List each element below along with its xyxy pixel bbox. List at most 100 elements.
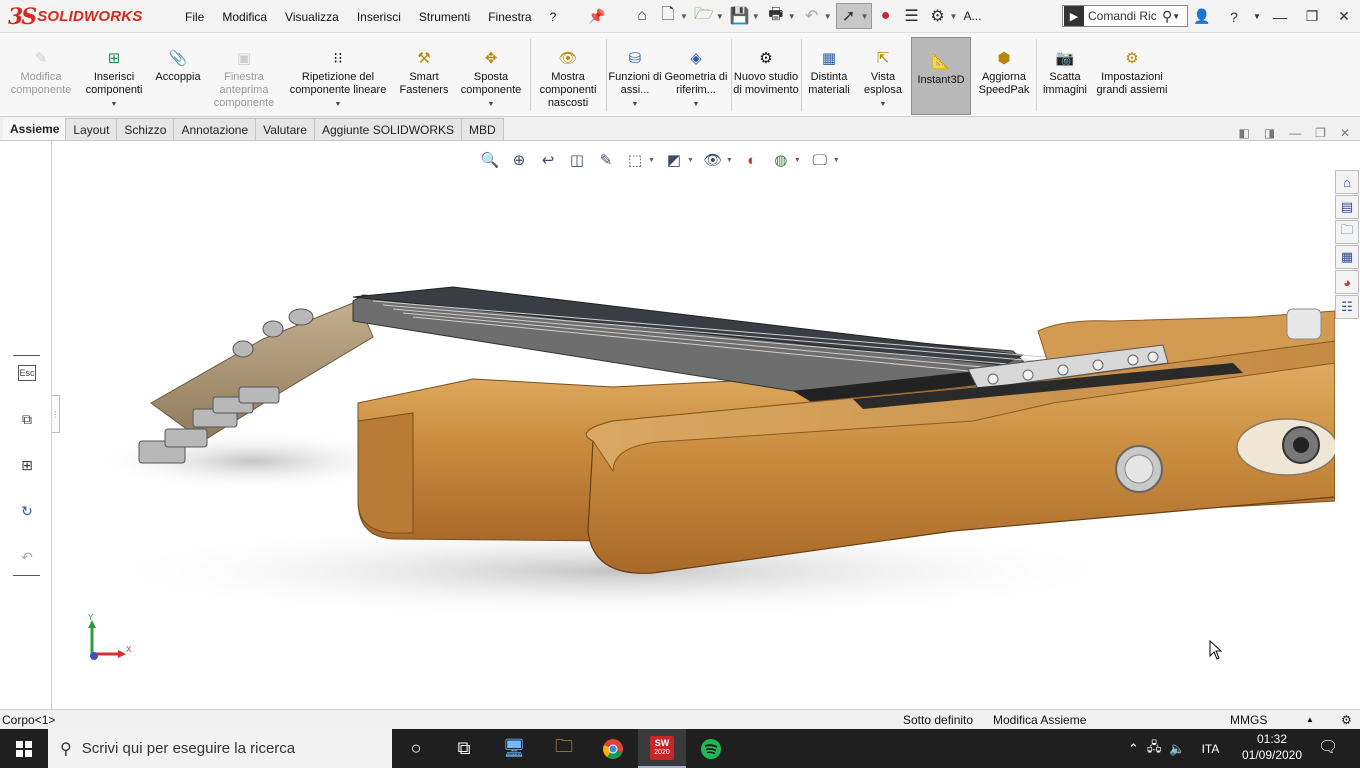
chevron-down-icon[interactable]: ▼ [726,157,733,164]
menu-inserisci[interactable]: Inserisci [348,10,410,24]
menu-finestra[interactable]: Finestra [479,10,540,24]
close-icon[interactable]: ✕ [1340,126,1350,140]
select-button[interactable]: ➚ ▼ [835,3,872,29]
modifica-componente-button[interactable]: ✎ Modifica componente [4,35,78,115]
taskbar-search-box[interactable]: ⚲ Scrivi qui per eseguire la ricerca [48,729,392,768]
section-view-icon[interactable]: ◫ [567,150,587,170]
view-settings-icon[interactable]: 🖵 [810,150,830,170]
tab-layout[interactable]: Layout [65,118,118,140]
rotate-lock-icon[interactable]: ↻ [15,499,39,523]
unit-system[interactable]: MMGS [1230,713,1267,727]
accoppia-button[interactable]: 📎 Accoppia [150,35,206,115]
dynamic-annotation-icon[interactable]: ✎ [596,150,616,170]
chevron-down-icon[interactable]: ▼ [111,98,118,111]
restore-icon[interactable]: ❐ [1315,126,1326,140]
sposta-componente-button[interactable]: ✥ Sposta componente ▼ [455,35,527,115]
menu-visualizza[interactable]: Visualizza [276,10,348,24]
menu-strumenti[interactable]: Strumenti [410,10,479,24]
chevron-down-icon[interactable]: ▼ [335,98,342,111]
network-icon[interactable]: 🖧 [1147,738,1162,760]
tab-annotazione[interactable]: Annotazione [173,118,257,140]
help-icon[interactable]: ? [1218,9,1250,25]
previous-view-icon[interactable]: ↩ [538,150,558,170]
tab-valutare[interactable]: Valutare [255,118,315,140]
mostra-componenti-nascosti-button[interactable]: 👁 Mostra componenti nascosti [533,35,603,115]
cortana-icon[interactable]: ○ [392,729,440,768]
solidworks-logo[interactable]: 3S SOLIDWORKS [8,0,154,33]
restore-icon[interactable]: ❐ [1296,8,1328,25]
chevron-down-icon[interactable]: ▼ [1250,12,1264,21]
remote-desktop-icon[interactable]: 🖥 [490,729,538,768]
file-explorer-icon[interactable]: 🗀 [540,729,588,768]
undo-icon[interactable]: ↶ [15,545,39,569]
open-button[interactable]: 🗁 ▼ [692,3,726,29]
options-button[interactable]: ⚙ ▼ [926,3,960,29]
print-button[interactable]: 🖶 ▼ [764,3,798,29]
tile-right-icon[interactable]: ◨ [1264,126,1275,140]
inserisci-componenti-button[interactable]: ⊞ Inserisci componenti ▼ [80,35,148,115]
notification-center-icon[interactable]: 🗨 [1318,737,1338,757]
undo-button[interactable]: ↶ ▼ [800,3,834,29]
guitar-3d-model[interactable] [53,141,1335,709]
tab-schizzo[interactable]: Schizzo [116,118,175,140]
solidworks-resources-icon[interactable]: ⌂ [1335,170,1359,194]
tile-left-icon[interactable]: ◧ [1238,126,1249,140]
custom-properties-icon[interactable]: ☷ [1335,295,1359,319]
solidworks-taskbar-icon[interactable]: SW 2020 [638,729,686,768]
zoom-to-area-icon[interactable]: ⊕ [509,150,529,170]
menu-modifica[interactable]: Modifica [213,10,276,24]
windows-start-button[interactable] [0,729,48,768]
chevron-down-icon[interactable]: ▼ [833,157,840,164]
chevron-down-icon[interactable]: ▼ [794,157,801,164]
hide-show-items-icon[interactable]: 👁 [703,150,723,170]
smart-fasteners-button[interactable]: ⚒ Smart Fasteners [396,35,452,115]
tab-aggiunte-solidworks[interactable]: Aggiunte SOLIDWORKS [313,118,463,140]
command-search-box[interactable]: ▶ Comandi Ric ⚲ ▼ [1062,5,1188,27]
rebuild-button[interactable]: ● [874,3,898,29]
chevron-up-icon[interactable]: ▲ [1306,715,1314,724]
close-icon[interactable]: ✕ [1328,8,1360,25]
menu-help[interactable]: ? [541,10,566,24]
chrome-icon[interactable] [589,729,637,768]
chevron-down-icon[interactable]: ▼ [632,98,639,111]
chevron-down-icon[interactable]: ▼ [648,157,655,164]
assembly-tree-icon[interactable]: ⊞ [15,453,39,477]
ripetizione-lineare-button[interactable]: ⁝⁝ Ripetizione del componente lineare ▼ [282,35,394,115]
nuovo-studio-movimento-button[interactable]: ⚙ Nuovo studio di movimento [733,35,799,115]
esc-key-icon[interactable]: Esc [18,365,36,381]
save-state-icon[interactable]: ⧉ [15,407,39,431]
scatta-immagini-button[interactable]: 📷 Scatta immagini [1038,35,1092,115]
impostazioni-grandi-assiemi-button[interactable]: ⚙ Impostazioni grandi assiemi [1094,35,1170,115]
menu-file[interactable]: File [176,10,213,24]
pin-menu-icon[interactable]: 📌 [588,8,605,24]
chevron-down-icon[interactable]: ▼ [880,98,887,111]
quick-access-overflow[interactable]: A... [961,3,983,29]
design-library-icon[interactable]: ▤ [1335,195,1359,219]
tab-assieme[interactable]: Assieme [3,118,67,140]
file-explorer-icon[interactable]: 🗀 [1335,220,1359,244]
tab-mbd[interactable]: MBD [461,118,504,140]
chevron-down-icon[interactable]: ▼ [693,98,700,111]
chevron-down-icon[interactable]: ▼ [1172,12,1182,21]
distinta-materiali-button[interactable]: ▦ Distinta materiali [803,35,855,115]
display-style-icon[interactable]: ◩ [664,150,684,170]
view-palette-icon[interactable]: ▦ [1335,245,1359,269]
appearances-icon[interactable]: ◕ [1335,270,1359,294]
apply-scene-icon[interactable]: ◍ [771,150,791,170]
rebuild-status-icon[interactable]: ⚙ [1341,713,1352,727]
geometria-riferimento-button[interactable]: ◈ Geometria di riferim... ▼ [664,35,728,115]
input-language[interactable]: ITA [1202,742,1220,756]
new-document-button[interactable]: 🗋 ▼ [656,3,690,29]
edit-appearance-icon[interactable]: ◐ [742,150,762,170]
minimize-icon[interactable]: — [1289,126,1301,140]
aggiorna-speedpak-button[interactable]: ⬢ Aggiorna SpeedPak [974,35,1034,115]
instant3d-button[interactable]: 📐 Instant3D [911,37,971,115]
panel-collapse-handle[interactable]: ⋮ [52,395,60,433]
search-icon[interactable]: ⚲ [1162,8,1172,25]
chevron-down-icon[interactable]: ▼ [687,157,694,164]
vista-esplosa-button[interactable]: ⇱ Vista esplosa ▼ [857,35,909,115]
user-icon[interactable]: 👤 [1186,8,1218,25]
finestra-anteprima-button[interactable]: ▣ Finestra anteprima componente [208,35,280,115]
zoom-to-fit-icon[interactable]: 🔍 [480,150,500,170]
view-orientation-icon[interactable]: ⬚ [625,150,645,170]
